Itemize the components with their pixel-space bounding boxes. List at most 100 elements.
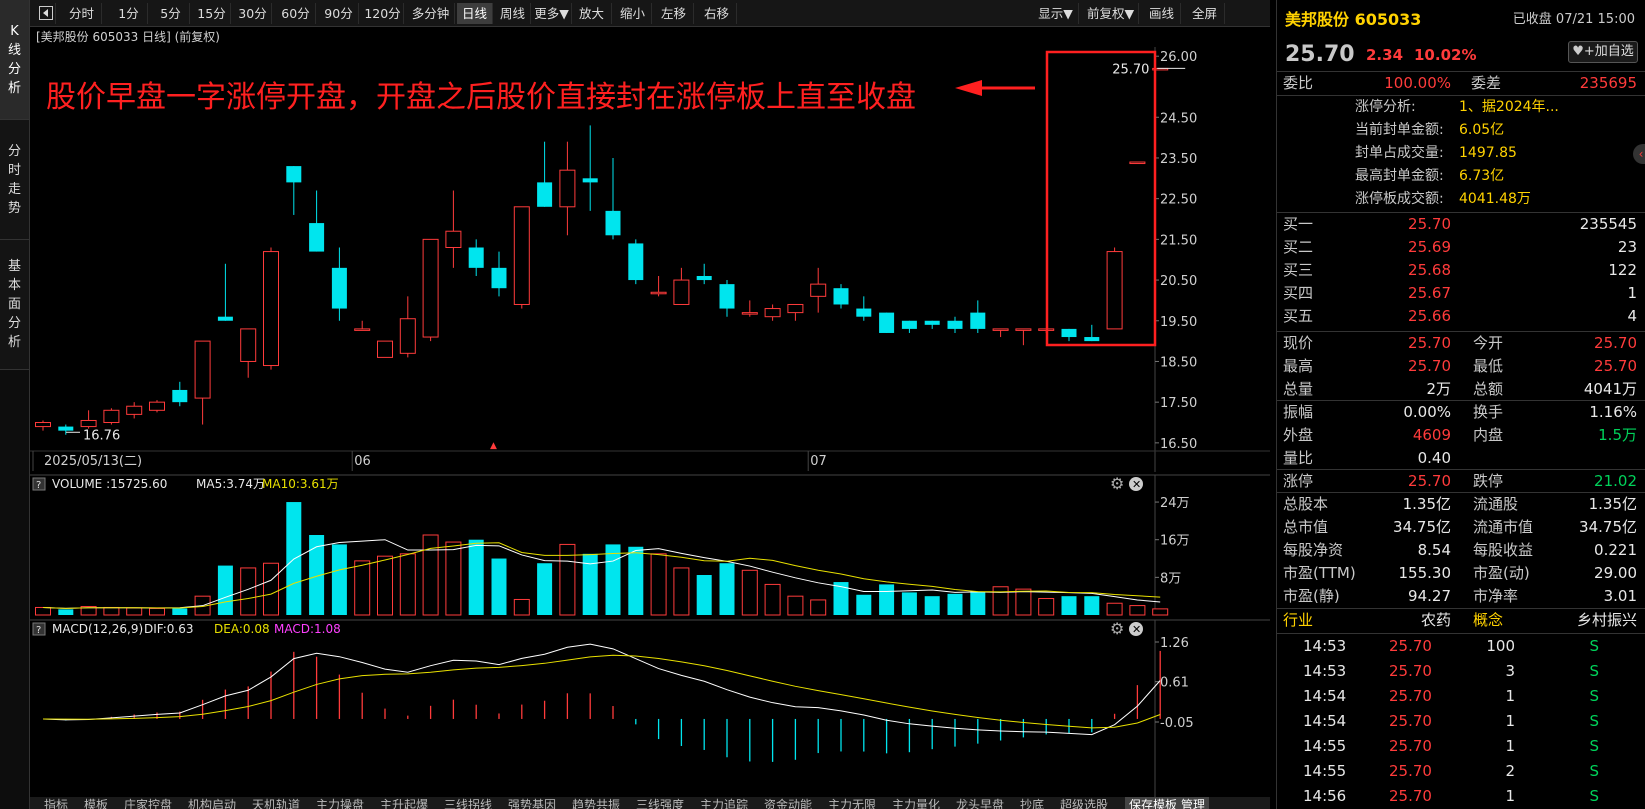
kline-chart[interactable]: [美邦股份 605033 日线] (前复权) 26.00 24.50 23.50 22.… (30, 27, 1270, 809)
price-tick-label: 23.50 (1160, 152, 1197, 167)
quote-label: 外盘 (1283, 426, 1314, 444)
volume-bar-down (605, 544, 621, 615)
weibi-label: 委比 (1283, 74, 1314, 92)
candle-body-down (537, 182, 553, 207)
volume-bar-up (992, 586, 1009, 616)
toolbar-item[interactable]: 右移 (697, 3, 737, 24)
limit-info-value: 6.73亿 (1459, 168, 1505, 184)
toolbar-item[interactable]: 60分 (276, 3, 316, 24)
limit-info-label: 当前封单金额: (1355, 122, 1444, 138)
toolbar-item[interactable]: 多分钟 (407, 3, 455, 24)
settings-gear-icon: ⚙ (1110, 474, 1124, 493)
toolbar-item[interactable]: 左移 (654, 3, 694, 24)
price-tick-label: 26.00 (1160, 50, 1197, 65)
toolbar-item[interactable]: 周线 (495, 3, 531, 24)
toolbar-item[interactable]: 更多▼ (532, 3, 572, 24)
toolbar-right-item[interactable]: 前复权▼ (1083, 3, 1139, 24)
toolbar-right-item[interactable]: 画线 (1143, 3, 1181, 24)
toolbar-item[interactable]: 30分 (234, 3, 272, 24)
nav-tab-char: K (10, 23, 19, 39)
price-tick-label: 22.50 (1160, 193, 1197, 208)
indicator-tab[interactable]: 机构启动 (188, 797, 236, 809)
low-price-label: 16.76 (83, 428, 120, 443)
candle-body-up (194, 340, 211, 399)
price-tick-label: 16.50 (1160, 437, 1197, 452)
toolbar-item[interactable]: 1分 (110, 3, 148, 24)
nav-tab-1[interactable]: 分时走势 (0, 120, 29, 240)
tick-time: 14:55 (1303, 737, 1347, 755)
indicator-tab[interactable]: 保存模板 (1125, 797, 1182, 809)
nav-tab-char: 线 (7, 42, 21, 58)
toolbar-item[interactable]: 90分 (319, 3, 359, 24)
bid-volume: 122 (1608, 261, 1637, 279)
indicator-tab[interactable]: 龙头早盘 (956, 797, 1004, 809)
collapse-button[interactable] (36, 3, 56, 24)
volume-bar-down (628, 546, 644, 615)
industry-value: 农药 (1420, 611, 1451, 629)
toolbar-item[interactable]: 日线 (457, 3, 493, 24)
indicator-tab[interactable]: 指标 (44, 797, 68, 809)
indicator-tab[interactable]: 超级选股 (1060, 797, 1108, 809)
panel-expand-icon[interactable]: ‹ (1633, 144, 1645, 164)
indicator-tab[interactable]: 庄家控盘 (124, 797, 172, 809)
indicator-tab[interactable]: 主力无限 (828, 797, 876, 809)
indicator-tab[interactable]: 三线拐线 (444, 797, 492, 809)
indicator-tab[interactable]: 抄底 (1020, 797, 1044, 809)
volume-bar-up (1152, 608, 1169, 616)
candle-body-up (399, 318, 416, 354)
quote-label: 市盈(动) (1473, 564, 1530, 582)
heart-icon: ♥ (1572, 44, 1584, 59)
indicator-tab[interactable]: 趋势共振 (572, 797, 620, 809)
candle-body-up (764, 308, 781, 318)
candle-body-down (1061, 328, 1077, 338)
indicator-tab[interactable]: 管理 (1177, 797, 1210, 809)
quote-value: 34.75亿 (1393, 518, 1451, 536)
indicator-tab[interactable]: 天机轨道 (252, 797, 300, 809)
tick-side: S (1589, 737, 1599, 755)
indicator-tab[interactable]: 主力追踪 (700, 797, 748, 809)
nav-tab-2[interactable]: 基本面分析 (0, 240, 29, 370)
quote-value: 4609 (1412, 426, 1451, 444)
candle-body-up (992, 328, 1009, 331)
candle-body-down (833, 288, 849, 305)
volume-bar-up (126, 607, 143, 616)
toolbar-right-item[interactable]: 全屏 (1185, 3, 1225, 24)
candle-body-up (741, 312, 758, 315)
toolbar-item[interactable]: 120分 (362, 3, 404, 24)
quote-label: 总市值 (1283, 518, 1329, 536)
nav-tab-0[interactable]: K线分析 (0, 0, 29, 120)
volume-bar-up (149, 607, 165, 616)
toolbar-item[interactable]: 放大 (572, 3, 612, 24)
tick-time: 14:55 (1303, 762, 1347, 780)
indicator-tab[interactable]: 资金动能 (764, 797, 812, 809)
help-icon-glyph: ? (36, 480, 41, 491)
indicator-tab[interactable]: 模板 (84, 797, 108, 809)
macd-dif: DIF:0.63 (144, 622, 194, 636)
toolbar-item[interactable]: 缩小 (614, 3, 652, 24)
settings-gear-icon: ⚙ (1110, 619, 1124, 638)
indicator-tab[interactable]: 强势基因 (508, 797, 556, 809)
tick-price: 25.70 (1389, 637, 1432, 655)
candle-body-up (422, 238, 439, 338)
indicator-tab[interactable]: 主力量化 (892, 797, 940, 809)
indicator-tab[interactable]: 主力操盘 (316, 797, 364, 809)
indicator-tab[interactable]: 三线强度 (636, 797, 684, 809)
volume-bar-down (696, 575, 712, 615)
toolbar-item[interactable]: 分时 (62, 3, 102, 24)
price-tick-label: 19.50 (1160, 315, 1197, 330)
toolbar-right-item[interactable]: 显示▼ (1033, 3, 1079, 24)
candle-body-down (286, 166, 302, 183)
indicator-tab[interactable]: 主升起爆 (380, 797, 428, 809)
bid-label: 买四 (1283, 284, 1314, 302)
add-watchlist-button[interactable]: ♥+加自选 (1568, 41, 1638, 63)
toolbar-item[interactable]: 5分 (152, 3, 190, 24)
quote-value: 0.40 (1417, 449, 1451, 467)
limit-info-value: 6.05亿 (1459, 122, 1505, 138)
chart-area[interactable]: [美邦股份 605033 日线] (前复权) 26.00 24.50 23.50 22.… (30, 27, 1270, 809)
current-price: 25.70 (1285, 42, 1355, 67)
candle-body-up (263, 251, 279, 367)
candle-body-down (58, 426, 74, 431)
nav-tab-char: 析 (7, 80, 21, 96)
toolbar-item[interactable]: 15分 (193, 3, 231, 24)
bid-label: 买一 (1283, 215, 1314, 233)
